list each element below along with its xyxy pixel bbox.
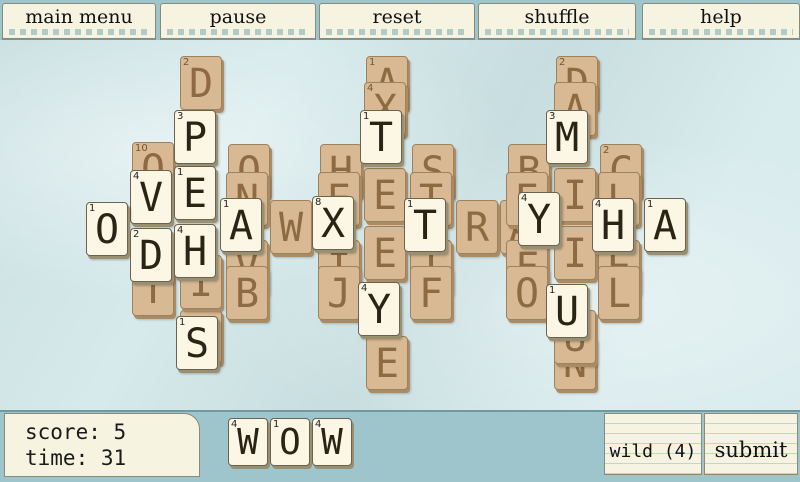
letter-tile[interactable]: 1T	[404, 198, 446, 252]
letter-tile[interactable]: 4H	[592, 198, 634, 252]
letter-tile: I	[554, 168, 596, 222]
score-text: score: 5	[25, 420, 127, 444]
help-button[interactable]: help	[642, 3, 800, 39]
game-board: 2D S I 10Q T O N V B W 3P 4V 1E 1O 2D 4H…	[0, 40, 800, 410]
letter-tile: 2D	[180, 56, 222, 110]
time-text: time: 31	[25, 446, 127, 470]
letter-tile[interactable]: 1E	[174, 166, 216, 220]
score-panel: score: 5 time: 31	[4, 413, 200, 477]
pause-button[interactable]: pause	[160, 3, 316, 39]
letter-tile[interactable]: 4Y	[358, 282, 400, 336]
letter-tile[interactable]: 3M	[546, 110, 588, 164]
letter-tile: E	[364, 168, 406, 222]
wild-label: wild (4)	[609, 441, 697, 462]
letter-tile[interactable]: 8X	[312, 196, 354, 250]
letter-tile[interactable]: 4Y	[518, 192, 560, 246]
letter-tile[interactable]: 1A	[220, 198, 262, 252]
current-word-tile[interactable]: 4W	[312, 418, 352, 466]
letter-tile[interactable]: 3P	[174, 110, 216, 164]
letter-tile: O	[506, 266, 548, 320]
letter-tile: J	[318, 266, 360, 320]
current-word-tile[interactable]: 4W	[228, 418, 268, 466]
submit-label: submit	[714, 438, 788, 462]
letter-tile[interactable]: 1O	[86, 202, 128, 256]
top-menu-bar: main menu pause reset shuffle help	[0, 0, 800, 42]
letter-tile[interactable]: 1T	[360, 110, 402, 164]
letter-tile: I	[554, 226, 596, 280]
letter-tile[interactable]: 2D	[130, 228, 172, 282]
letter-tile: E	[364, 226, 406, 280]
letter-tile: L	[598, 266, 640, 320]
letter-tile[interactable]: 1U	[546, 284, 588, 338]
letter-tile: B	[226, 266, 268, 320]
letter-tile: F	[410, 266, 452, 320]
letter-tile: E	[366, 336, 408, 390]
current-word-tile[interactable]: 1O	[270, 418, 310, 466]
letter-tile[interactable]: 1S	[176, 316, 218, 370]
submit-button[interactable]: submit	[704, 413, 798, 475]
main-menu-button[interactable]: main menu	[2, 3, 156, 39]
letter-tile: R	[456, 200, 498, 254]
letter-tile[interactable]: 1A	[644, 198, 686, 252]
letter-tile[interactable]: 4V	[130, 170, 172, 224]
reset-button[interactable]: reset	[319, 3, 475, 39]
shuffle-button[interactable]: shuffle	[478, 3, 636, 39]
letter-tile[interactable]: 4H	[174, 224, 216, 278]
letter-tile: W	[270, 200, 312, 254]
wild-button[interactable]: wild (4)	[604, 413, 702, 475]
